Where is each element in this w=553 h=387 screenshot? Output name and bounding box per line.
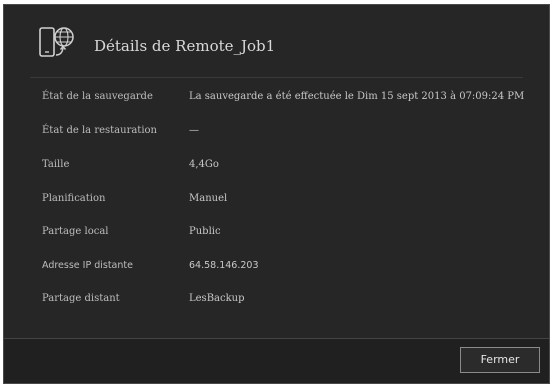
label-backup-state: État de la sauvegarde: [42, 91, 153, 102]
label-remote-share: Partage distant: [42, 293, 120, 304]
value-schedule: Manuel: [189, 193, 228, 204]
label-local-share: Partage local: [42, 226, 109, 237]
phone-globe-icon: [38, 25, 78, 61]
value-restore-state: —: [189, 125, 199, 136]
dialog-title: Détails de Remote_Job1: [94, 37, 276, 55]
label-schedule: Planification: [42, 193, 106, 204]
label-restore-state: État de la restauration: [42, 125, 157, 136]
value-local-share: Public: [189, 226, 221, 237]
dialog-header: Détails de Remote_Job1: [4, 5, 549, 81]
label-size: Taille: [42, 159, 70, 170]
close-button[interactable]: Fermer: [460, 347, 540, 373]
value-size: 4,4Go: [189, 159, 219, 170]
value-backup-state: La sauvegarde a été effectuée le Dim 15 …: [189, 91, 525, 102]
value-remote-share: LesBackup: [189, 293, 245, 304]
dialog-footer: Fermer: [4, 338, 549, 383]
header-divider: [30, 77, 523, 78]
remote-job-details-dialog: Détails de Remote_Job1 État de la sauveg…: [3, 4, 550, 384]
label-remote-ip: Adresse IP distante: [42, 260, 133, 271]
value-remote-ip: 64.58.146.203: [189, 260, 259, 271]
